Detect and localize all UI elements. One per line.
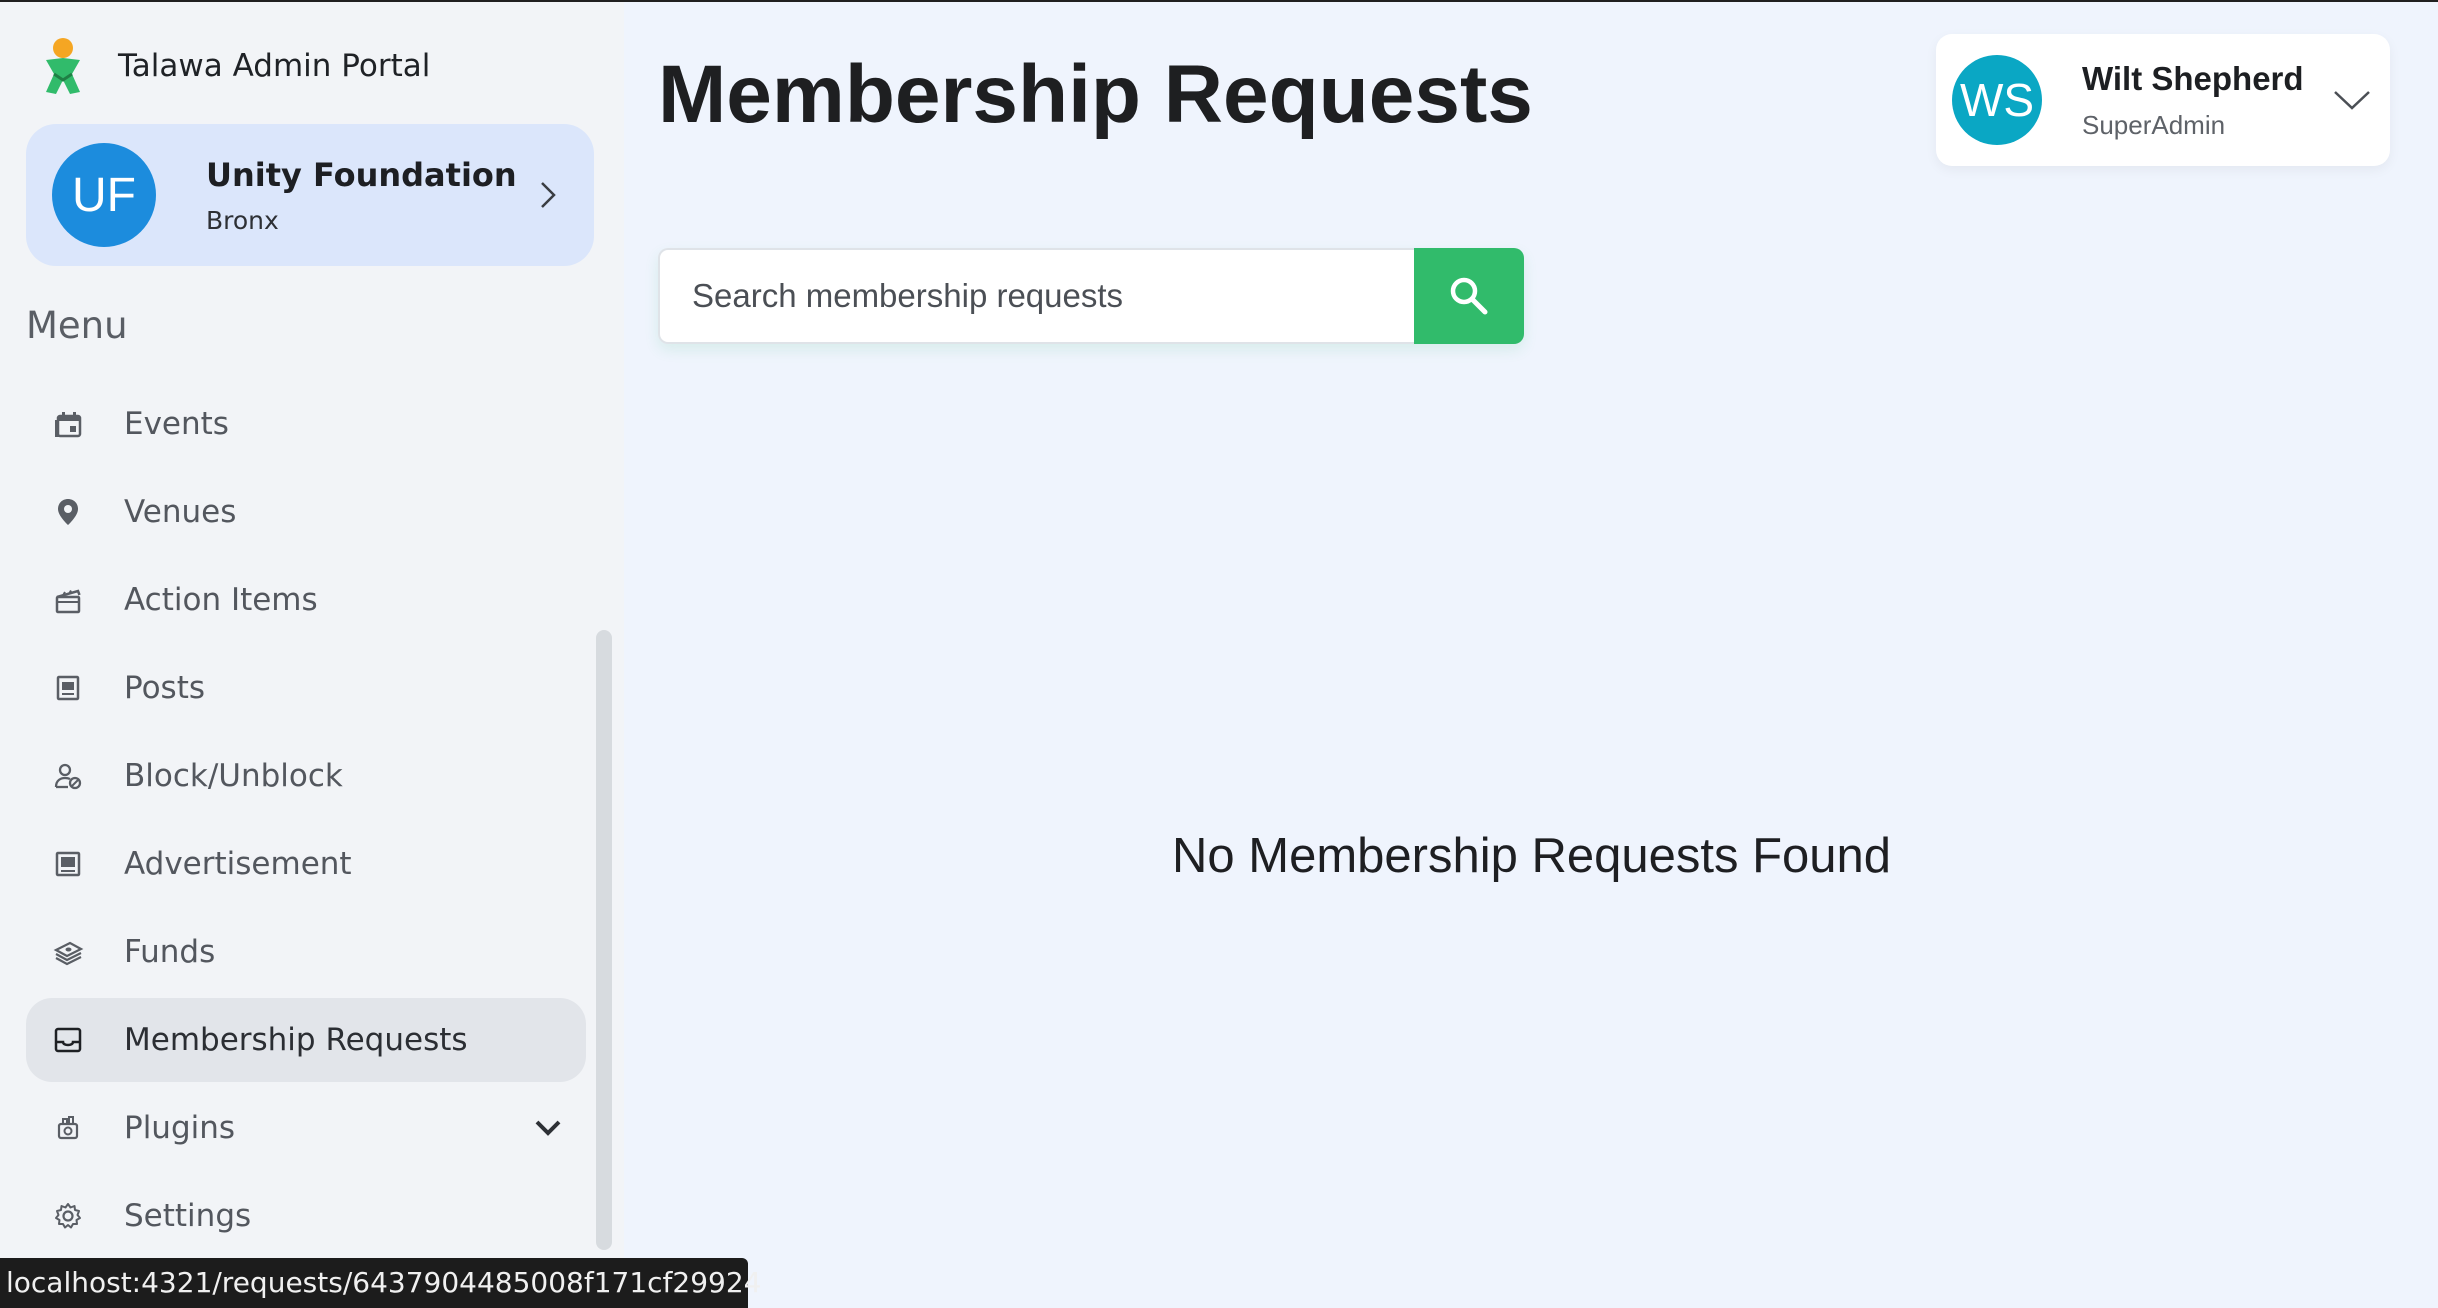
chevron-right-icon bbox=[541, 182, 556, 208]
sidebar-item-label: Posts bbox=[124, 670, 206, 706]
talawa-logo-icon bbox=[46, 38, 80, 94]
clapperboard-icon bbox=[50, 582, 86, 618]
user-profile-dropdown[interactable]: WS Wilt Shepherd SuperAdmin bbox=[1936, 34, 2390, 166]
sidebar-item-action-items[interactable]: Action Items bbox=[26, 558, 586, 642]
sidebar-scrollbar[interactable] bbox=[596, 630, 612, 1250]
sidebar-item-venues[interactable]: Venues bbox=[26, 470, 586, 554]
sidebar-item-label: Events bbox=[124, 406, 229, 442]
sidebar-item-label: Plugins bbox=[124, 1110, 236, 1146]
menu-heading: Menu bbox=[26, 304, 128, 347]
sidebar-item-block-unblock[interactable]: Block/Unblock bbox=[26, 734, 586, 818]
user-block-icon bbox=[50, 758, 86, 794]
sidebar-item-label: Advertisement bbox=[124, 846, 352, 882]
chevron-down-icon bbox=[2334, 91, 2370, 110]
post-icon bbox=[50, 670, 86, 706]
search-button[interactable] bbox=[1414, 248, 1524, 344]
plugin-icon bbox=[50, 1110, 86, 1146]
search-bar bbox=[658, 248, 1524, 344]
org-name: Unity Foundation bbox=[206, 155, 517, 194]
sidebar-item-membership-requests[interactable]: Membership Requests bbox=[26, 998, 586, 1082]
user-name: Wilt Shepherd bbox=[2082, 59, 2304, 97]
sidebar-item-posts[interactable]: Posts bbox=[26, 646, 586, 730]
user-role: SuperAdmin bbox=[2082, 109, 2226, 140]
money-stack-icon bbox=[50, 934, 86, 970]
organization-switcher[interactable]: UF Unity Foundation Bronx bbox=[26, 124, 594, 266]
brand-title: Talawa Admin Portal bbox=[118, 48, 431, 84]
sidebar: Talawa Admin Portal UF Unity Foundation … bbox=[0, 2, 624, 1308]
inbox-icon bbox=[50, 1022, 86, 1058]
sidebar-item-label: Settings bbox=[124, 1198, 252, 1234]
sidebar-item-settings[interactable]: Settings bbox=[26, 1174, 586, 1258]
sidebar-item-advertisement[interactable]: Advertisement bbox=[26, 822, 586, 906]
sidebar-item-label: Action Items bbox=[124, 582, 318, 618]
gear-icon bbox=[50, 1198, 86, 1234]
org-avatar: UF bbox=[52, 143, 156, 247]
advertisement-icon bbox=[50, 846, 86, 882]
brand: Talawa Admin Portal bbox=[36, 36, 430, 96]
location-pin-icon bbox=[50, 494, 86, 530]
sidebar-item-label: Funds bbox=[124, 934, 216, 970]
calendar-icon bbox=[50, 406, 86, 442]
sidebar-item-label: Block/Unblock bbox=[124, 758, 343, 794]
sidebar-item-events[interactable]: Events bbox=[26, 382, 586, 466]
sidebar-menu: Events Venues Action Items Posts Block/U… bbox=[26, 382, 586, 1262]
sidebar-item-label: Membership Requests bbox=[124, 1022, 468, 1058]
status-bar-url: localhost:4321/requests/6437904485008f17… bbox=[0, 1258, 761, 1308]
search-icon bbox=[1450, 277, 1488, 315]
sidebar-item-label: Venues bbox=[124, 494, 237, 530]
sidebar-item-funds[interactable]: Funds bbox=[26, 910, 586, 994]
page-title: Membership Requests bbox=[658, 49, 1533, 140]
avatar: WS bbox=[1952, 55, 2042, 145]
empty-state-message: No Membership Requests Found bbox=[1172, 829, 1892, 883]
chevron-down-icon[interactable] bbox=[532, 1112, 564, 1144]
org-city: Bronx bbox=[206, 205, 279, 235]
sidebar-item-plugins[interactable]: Plugins bbox=[26, 1086, 586, 1170]
search-input[interactable] bbox=[658, 248, 1414, 344]
